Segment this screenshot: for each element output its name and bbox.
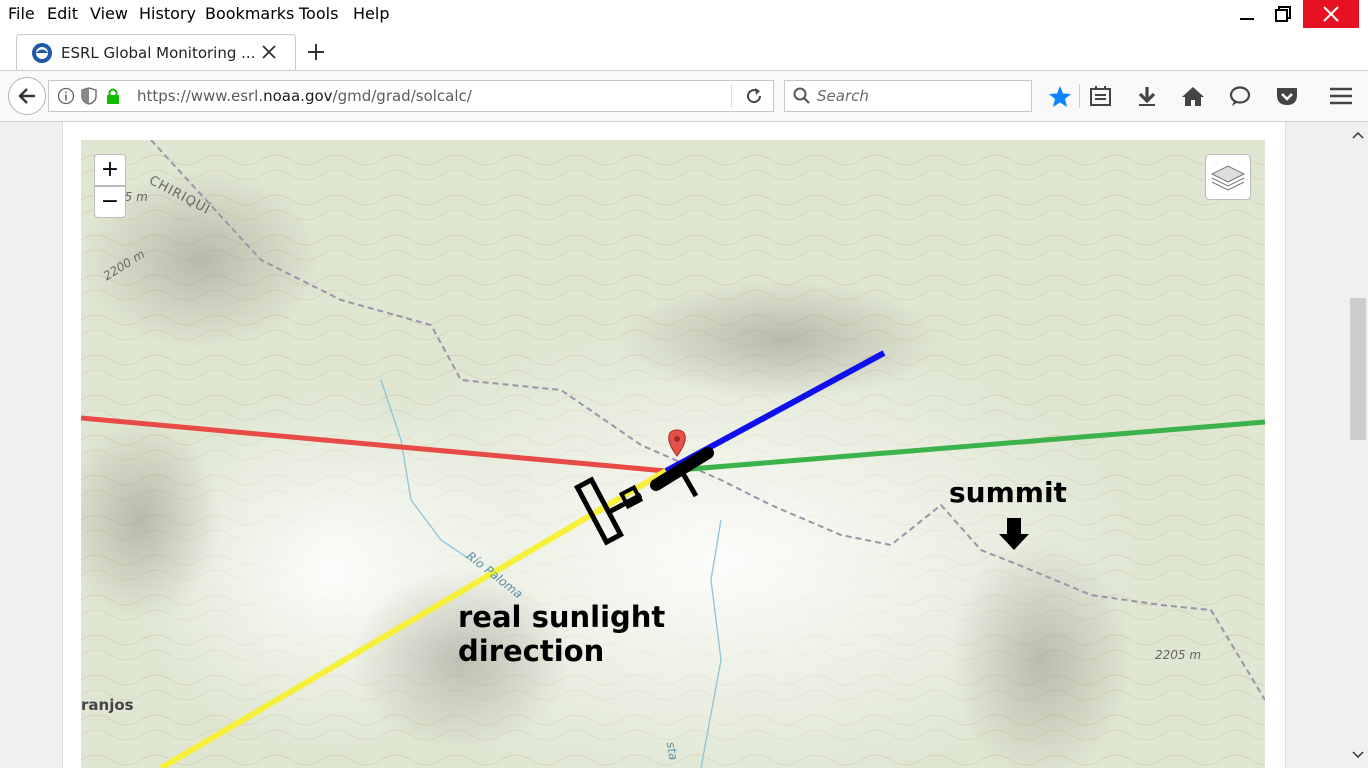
url-divider bbox=[731, 84, 732, 108]
zoom-out-button[interactable]: − bbox=[94, 186, 126, 218]
page-scrollbar[interactable] bbox=[1348, 122, 1368, 768]
back-button[interactable] bbox=[8, 77, 46, 115]
zoom-in-button[interactable]: + bbox=[94, 154, 126, 186]
map-canvas[interactable] bbox=[81, 140, 1265, 768]
scroll-up-icon[interactable] bbox=[1352, 130, 1364, 140]
contour-label: 2205 m bbox=[1155, 648, 1202, 662]
scroll-down-icon[interactable] bbox=[1352, 750, 1364, 760]
restore-icon bbox=[1275, 6, 1291, 22]
menu-help[interactable]: Help bbox=[353, 4, 389, 23]
minimize-icon bbox=[1240, 18, 1254, 20]
tab-esrl[interactable]: ESRL Global Monitoring ... bbox=[16, 34, 296, 71]
sunlight-annotation: real sunlight direction bbox=[458, 600, 666, 668]
download-icon[interactable] bbox=[1134, 84, 1160, 108]
search-icon bbox=[793, 87, 810, 104]
bookmarks-list-icon[interactable] bbox=[1088, 84, 1114, 108]
url-text: https://www.esrl.noaa.gov/gmd/grad/solca… bbox=[137, 87, 472, 105]
new-tab-icon[interactable] bbox=[306, 42, 326, 62]
layers-icon bbox=[1210, 165, 1246, 191]
info-icon[interactable] bbox=[57, 87, 75, 105]
search-placeholder: Search bbox=[817, 87, 869, 105]
menu-file[interactable]: File bbox=[8, 4, 35, 23]
search-bar[interactable]: Search bbox=[784, 80, 1032, 112]
tab-close-icon[interactable] bbox=[261, 44, 277, 60]
bookmark-star-icon[interactable] bbox=[1047, 84, 1073, 108]
menu-edit[interactable]: Edit bbox=[47, 4, 78, 23]
close-window-button[interactable] bbox=[1303, 0, 1359, 28]
url-bar[interactable]: https://www.esrl.noaa.gov/gmd/grad/solca… bbox=[48, 80, 774, 112]
pocket-icon[interactable] bbox=[1274, 84, 1300, 108]
topographic-map[interactable]: CHIRIQUÍ 85 m 2200 m Río Paloma 2205 m r… bbox=[81, 140, 1265, 768]
town-label: ranjos bbox=[81, 696, 134, 714]
chat-bubble-icon[interactable] bbox=[1227, 84, 1253, 108]
menu-tools[interactable]: Tools bbox=[299, 4, 338, 23]
hamburger-menu-icon[interactable] bbox=[1328, 84, 1354, 108]
terrain-shade bbox=[621, 280, 941, 400]
layers-button[interactable] bbox=[1205, 154, 1251, 200]
toolbar-divider bbox=[1079, 84, 1080, 108]
home-icon[interactable] bbox=[1180, 84, 1206, 108]
river-label: sta bbox=[663, 740, 681, 762]
scrollbar-thumb[interactable] bbox=[1350, 298, 1366, 440]
summit-annotation: summit bbox=[949, 476, 1067, 509]
restore-button[interactable] bbox=[1260, 0, 1306, 28]
tab-title: ESRL Global Monitoring ... bbox=[61, 44, 256, 62]
menu-view[interactable]: View bbox=[90, 4, 128, 23]
reload-icon[interactable] bbox=[745, 87, 763, 105]
tracking-shield-icon[interactable] bbox=[81, 87, 97, 105]
lock-icon[interactable] bbox=[105, 87, 121, 105]
noaa-logo-icon bbox=[32, 43, 52, 63]
menu-history[interactable]: History bbox=[139, 4, 196, 23]
menu-bar: File Edit View History Bookmarks Tools H… bbox=[0, 0, 1368, 28]
close-icon bbox=[1323, 6, 1339, 22]
back-arrow-icon bbox=[18, 88, 35, 104]
menu-bookmarks[interactable]: Bookmarks bbox=[205, 4, 294, 23]
